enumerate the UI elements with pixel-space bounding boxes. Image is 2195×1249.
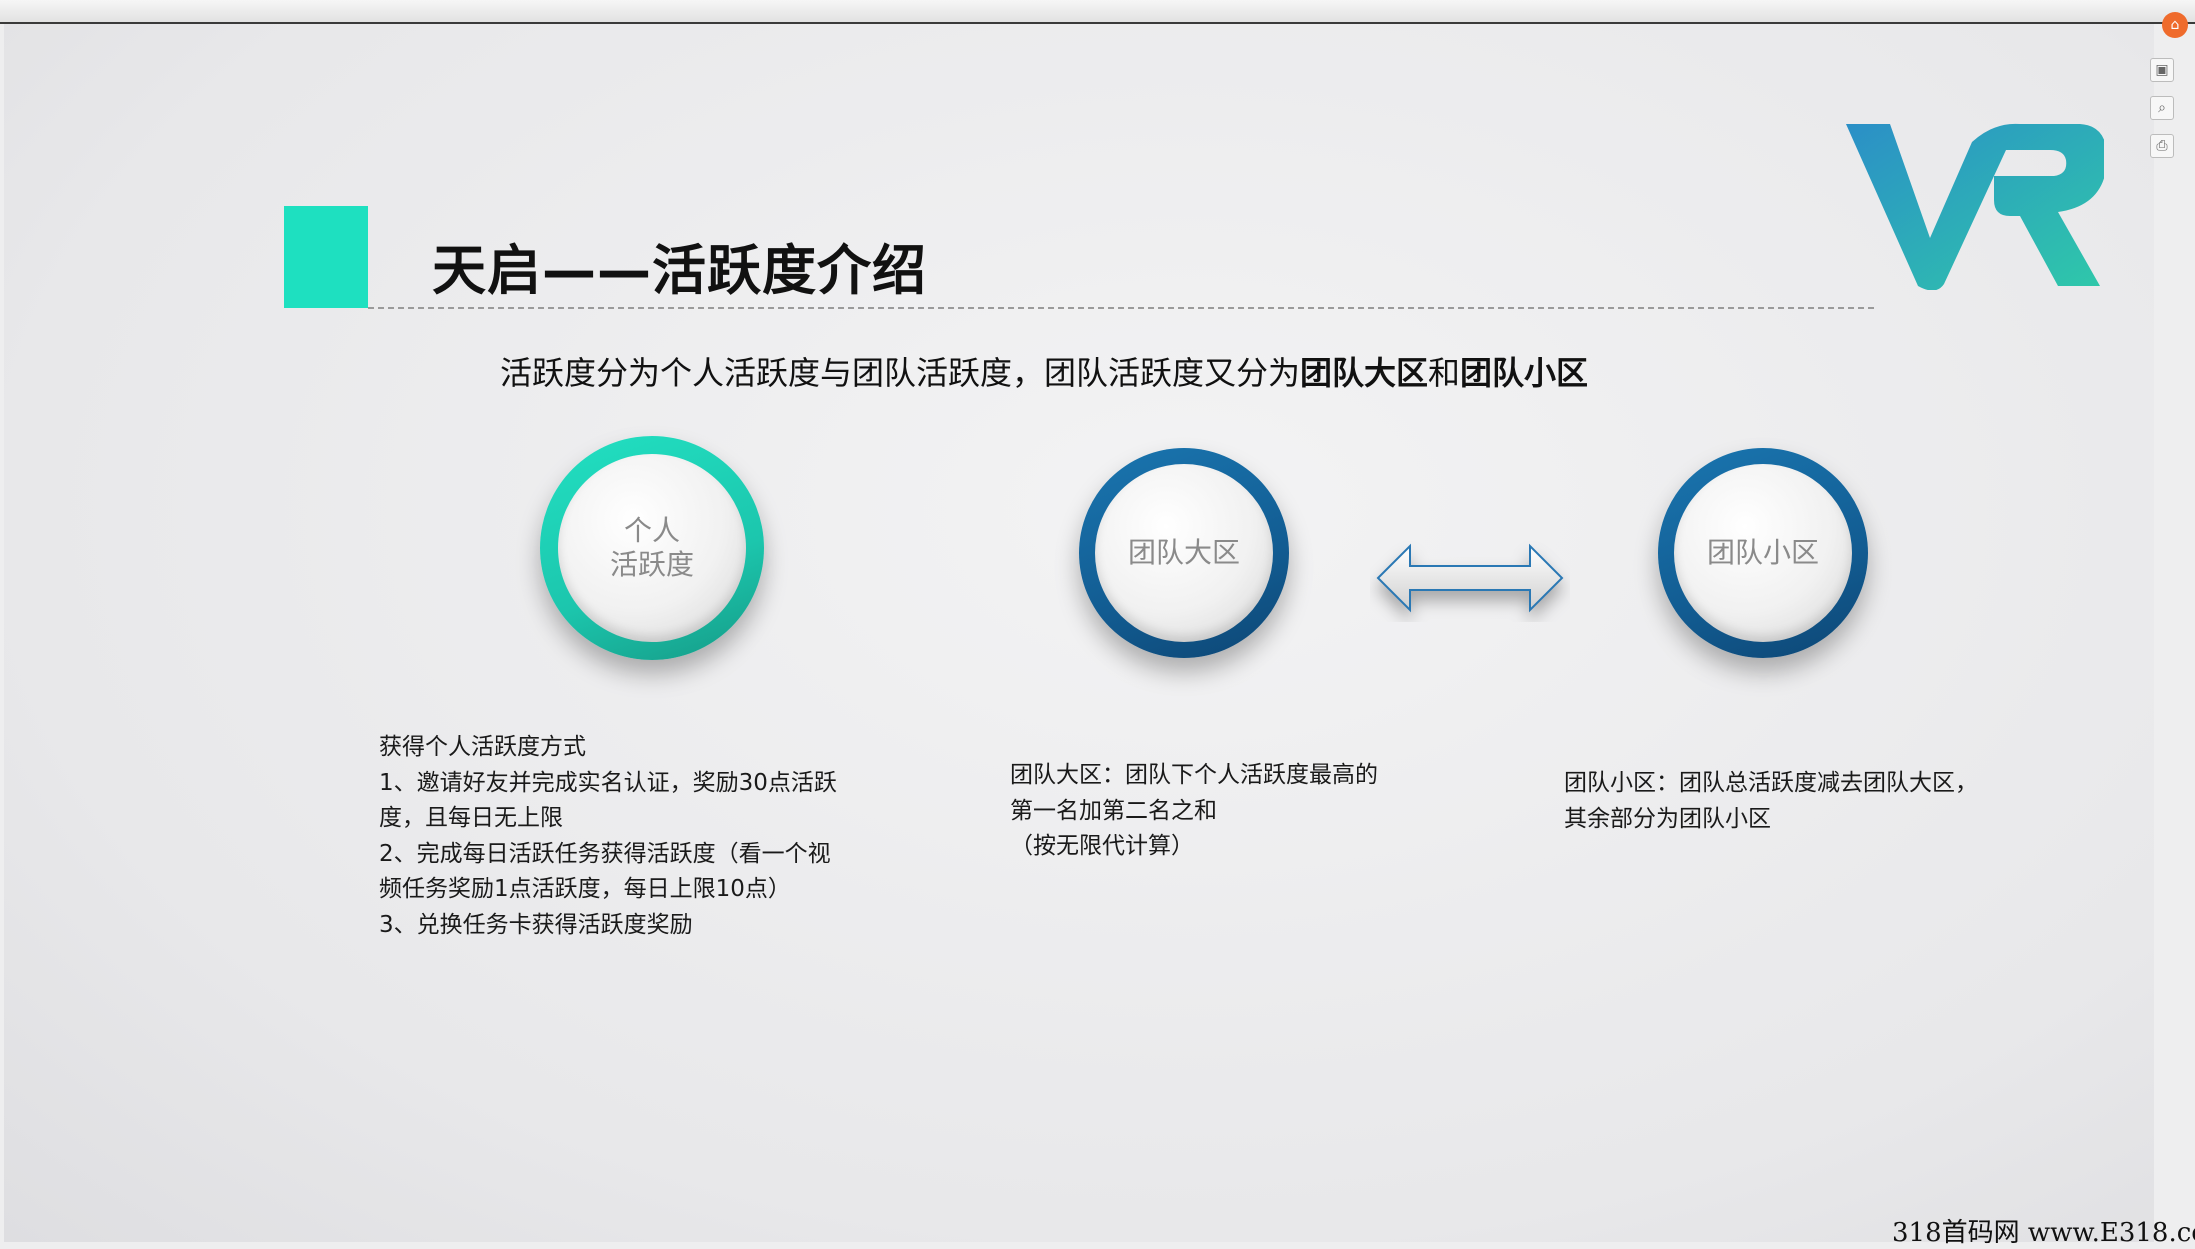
desc-line: 团队大区：团队下个人活跃度最高的 xyxy=(1010,762,1378,788)
team-big-zone-description: 团队大区：团队下个人活跃度最高的 第一名加第二名之和 （按无限代计算） xyxy=(1010,758,1378,865)
slide-subtitle: 活跃度分为个人活跃度与团队活跃度，团队活跃度又分为团队大区和团队小区 xyxy=(500,348,1588,394)
title-divider xyxy=(368,307,1874,309)
slide-title: 天启——活跃度介绍 xyxy=(432,239,927,302)
print-icon[interactable]: ⎙ xyxy=(2150,134,2174,158)
subtitle-and: 和 xyxy=(1428,354,1461,392)
desc-line: 获得个人活跃度方式 xyxy=(379,734,586,760)
desc-line: 其余部分为团队小区 xyxy=(1564,805,1771,832)
fit-page-icon[interactable]: ▣ xyxy=(2150,58,2174,82)
team-big-zone-label: 团队大区 xyxy=(1095,464,1273,642)
desc-line: 3、兑换任务卡获得活跃度奖励 xyxy=(379,911,693,938)
circle-label-line1: 个人 xyxy=(623,514,680,547)
desc-line: 团队小区：团队总活跃度减去团队大区， xyxy=(1564,770,1978,796)
subtitle-small-zone: 团队小区 xyxy=(1460,354,1589,392)
app-badge-icon[interactable]: ⌂ xyxy=(2162,12,2188,38)
desc-line: 1、邀请好友并完成实名认证，奖励30点活跃 xyxy=(379,769,837,796)
subtitle-big-zone: 团队大区 xyxy=(1300,354,1429,392)
vr-logo xyxy=(1846,123,2104,290)
desc-line: 度，且每日无上限 xyxy=(379,805,563,831)
zoom-icon[interactable]: ⌕ xyxy=(2150,96,2174,120)
circle-label-line2: 活跃度 xyxy=(609,548,694,581)
presentation-slide: 天启——活跃度介绍 活跃度分为个人活跃度与团队活跃度，团队活跃度又分为团队大区和… xyxy=(4,24,2154,1242)
personal-activity-description: 获得个人活跃度方式 1、邀请好友并完成实名认证，奖励30点活跃 度，且每日无上限… xyxy=(379,730,837,943)
desc-line: 2、完成每日活跃任务获得活跃度（看一个视 xyxy=(379,840,831,867)
personal-activity-label: 个人 活跃度 xyxy=(558,454,746,642)
team-small-zone-label: 团队小区 xyxy=(1674,464,1852,642)
site-watermark: 318首码网 www.E318.com xyxy=(1892,1218,2195,1248)
desc-line: （按无限代计算） xyxy=(1010,833,1194,859)
subtitle-text: 活跃度分为个人活跃度与团队活跃度，团队活跃度又分为 xyxy=(500,354,1301,392)
desc-line: 第一名加第二名之和 xyxy=(1010,797,1217,824)
window-top-bar xyxy=(0,0,2195,24)
double-arrow-icon xyxy=(1376,543,1564,613)
desc-line: 频任务奖励1点活跃度，每日上限10点） xyxy=(379,876,791,902)
team-small-zone-description: 团队小区：团队总活跃度减去团队大区， 其余部分为团队小区 xyxy=(1564,766,1978,837)
title-accent-block xyxy=(284,206,368,308)
